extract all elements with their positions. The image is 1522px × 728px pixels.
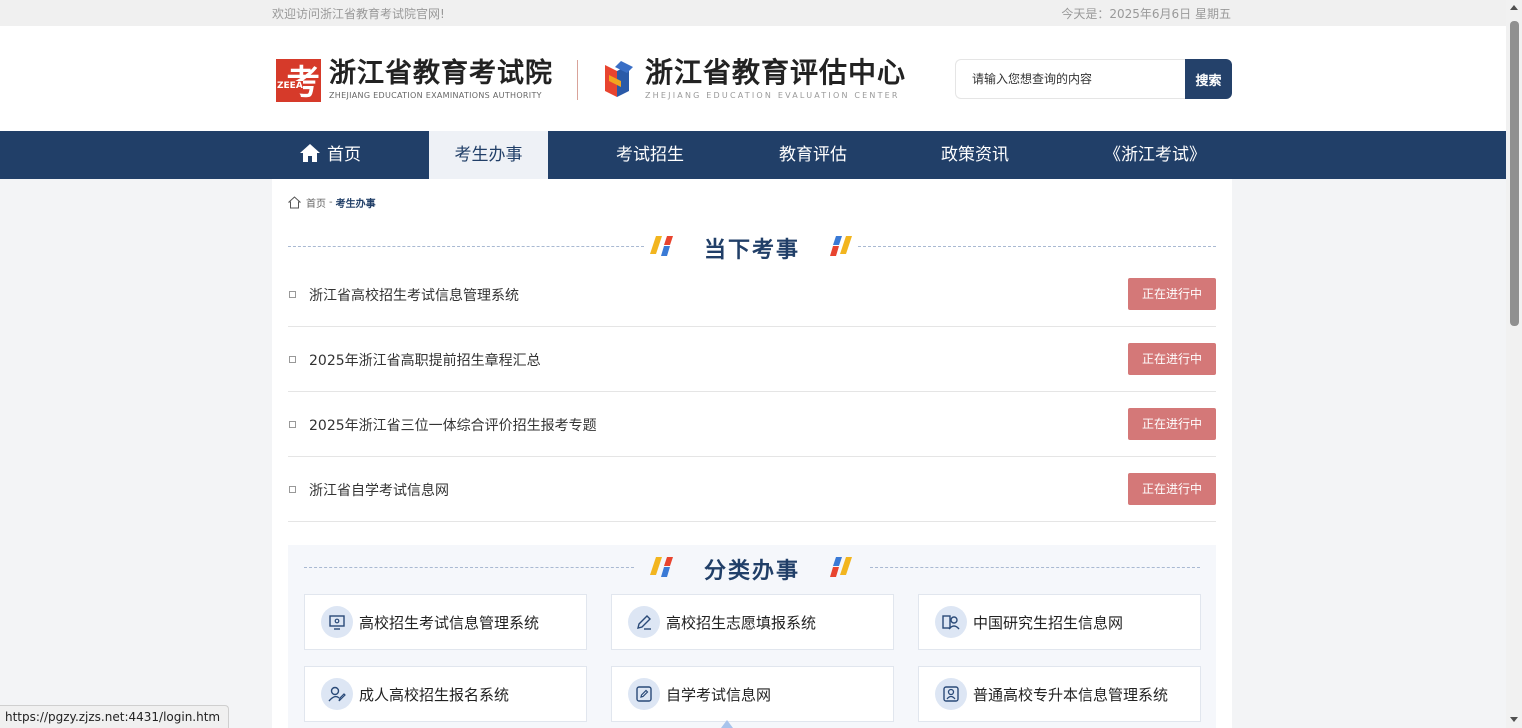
decorative-slash-icon xyxy=(650,557,673,577)
title-line-left xyxy=(288,246,644,247)
title-line-right xyxy=(858,246,1216,247)
category-services-panel: 分类办事 高校招生考试信息管理系统 高校招生志愿填报系统 中国研究生招生信息网 … xyxy=(288,545,1216,728)
title-line-left xyxy=(304,567,634,568)
main-nav: 首页 考生办事 考试招生 教育评估 政策资讯 《浙江考试》 xyxy=(0,131,1506,179)
list-item-title[interactable]: 2025年浙江省三位一体综合评价招生报考专题 xyxy=(309,415,597,435)
category-card-graduate-info[interactable]: 中国研究生招生信息网 xyxy=(918,594,1201,650)
category-card-self-study-exam[interactable]: 自学考试信息网 xyxy=(611,666,894,722)
status-badge: 正在进行中 xyxy=(1128,278,1216,310)
evaluation-center-name-en: ZHEJIANG EDUCATION EVALUATION CENTER xyxy=(645,91,900,100)
home-icon xyxy=(300,144,320,162)
logo-divider xyxy=(577,60,578,100)
search-input[interactable] xyxy=(955,59,1185,99)
evaluation-center-name: 浙江省教育评估中心 xyxy=(645,56,907,89)
nav-candidate-services[interactable]: 考生办事 xyxy=(429,131,548,179)
exam-authority-name: 浙江省教育考试院 xyxy=(329,58,553,89)
status-badge: 正在进行中 xyxy=(1128,408,1216,440)
current-affairs-title: 当下考事 xyxy=(703,237,801,263)
category-label: 高校招生考试信息管理系统 xyxy=(359,613,540,632)
exam-authority-logo[interactable]: 考 ZEEA 浙江省教育考试院 ZHEJIANG EDUCATION EXAMI… xyxy=(276,59,553,102)
nav-education-evaluation[interactable]: 教育评估 xyxy=(763,131,863,179)
home-outline-icon xyxy=(288,196,301,209)
category-card-volunteer-system[interactable]: 高校招生志愿填报系统 xyxy=(611,594,894,650)
category-label: 中国研究生招生信息网 xyxy=(973,613,1124,632)
nav-home[interactable]: 首页 xyxy=(280,131,380,179)
list-item[interactable]: 2025年浙江省三位一体综合评价招生报考专题 正在进行中 xyxy=(288,392,1216,457)
category-title: 分类办事 xyxy=(703,558,801,584)
list-item-title[interactable]: 浙江省自学考试信息网 xyxy=(309,480,449,500)
category-label: 自学考试信息网 xyxy=(666,685,772,704)
link-status-bar: https://pgzy.zjzs.net:4431/login.htm xyxy=(0,705,230,728)
square-bullet-icon xyxy=(289,356,296,363)
square-bullet-icon xyxy=(289,291,296,298)
category-card-upgrade-system[interactable]: 普通高校专升本信息管理系统 xyxy=(918,666,1201,722)
evaluation-center-logo[interactable]: 浙江省教育评估中心 ZHEJIANG EDUCATION EVALUATION … xyxy=(603,57,906,101)
search-bar: 搜索 xyxy=(955,59,1232,99)
exam-authority-emblem: 考 ZEEA xyxy=(276,59,321,102)
scroll-up-icon[interactable] xyxy=(1510,5,1518,10)
nav-exam-enrollment[interactable]: 考试招生 xyxy=(600,131,700,179)
welcome-text: 欢迎访问浙江省教育考试院官网! xyxy=(272,7,445,21)
site-header: 考 ZEEA 浙江省教育考试院 ZHEJIANG EDUCATION EXAMI… xyxy=(0,26,1506,131)
monitor-icon xyxy=(321,606,353,638)
evaluation-center-emblem xyxy=(603,57,637,101)
edit-square-icon xyxy=(628,678,660,710)
exam-authority-name-en: ZHEJIANG EDUCATION EXAMINATIONS AUTHORIT… xyxy=(329,91,542,100)
breadcrumb-home[interactable]: 首页 xyxy=(306,195,326,210)
category-label: 高校招生志愿填报系统 xyxy=(666,613,817,632)
page-scrollbar[interactable] xyxy=(1506,0,1522,728)
status-badge: 正在进行中 xyxy=(1128,343,1216,375)
scroll-down-icon[interactable] xyxy=(1510,717,1518,722)
status-badge: 正在进行中 xyxy=(1128,473,1216,505)
user-card-icon xyxy=(935,678,967,710)
category-card-exam-info-system[interactable]: 高校招生考试信息管理系统 xyxy=(304,594,587,650)
list-item[interactable]: 浙江省自学考试信息网 正在进行中 xyxy=(288,457,1216,522)
category-label: 成人高校招生报名系统 xyxy=(359,685,510,704)
main-content: 首页 - 考生办事 当下考事 浙江省高校招生考试信息管理系统 正在进行中 202… xyxy=(272,179,1232,728)
list-item[interactable]: 2025年浙江省高职提前招生章程汇总 正在进行中 xyxy=(288,327,1216,392)
decorative-slash-icon xyxy=(830,557,852,577)
category-label: 普通高校专升本信息管理系统 xyxy=(973,685,1169,704)
list-item-title[interactable]: 2025年浙江省高职提前招生章程汇总 xyxy=(309,350,541,370)
category-header: 分类办事 xyxy=(304,549,1200,585)
decorative-slash-icon xyxy=(830,236,852,256)
decorative-slash-icon xyxy=(650,236,673,256)
square-bullet-icon xyxy=(289,421,296,428)
breadcrumb-current: 考生办事 xyxy=(335,199,376,210)
pencil-icon xyxy=(628,606,660,638)
category-card-adult-enrollment[interactable]: 成人高校招生报名系统 xyxy=(304,666,587,722)
list-item[interactable]: 浙江省高校招生考试信息管理系统 正在进行中 xyxy=(288,278,1216,327)
breadcrumb-separator: - xyxy=(329,197,333,208)
user-edit-icon xyxy=(321,678,353,710)
nav-policy-news[interactable]: 政策资讯 xyxy=(925,131,1025,179)
current-affairs-list: 浙江省高校招生考试信息管理系统 正在进行中 2025年浙江省高职提前招生章程汇总… xyxy=(288,278,1216,522)
date-text: 今天是：2025年6月6日 星期五 xyxy=(1061,7,1231,21)
title-line-right xyxy=(870,567,1200,568)
current-affairs-header: 当下考事 xyxy=(288,228,1216,264)
nav-home-label: 首页 xyxy=(327,145,361,165)
hover-pointer-indicator xyxy=(721,720,733,728)
nav-zhejiang-exam-magazine[interactable]: 《浙江考试》 xyxy=(1095,131,1215,179)
scrollbar-thumb[interactable] xyxy=(1510,21,1519,326)
top-bar: 欢迎访问浙江省教育考试院官网! 今天是：2025年6月6日 星期五 xyxy=(0,0,1506,26)
square-bullet-icon xyxy=(289,486,296,493)
graduate-icon xyxy=(935,606,967,638)
breadcrumb: 首页 - 考生办事 xyxy=(288,195,376,210)
list-item-title[interactable]: 浙江省高校招生考试信息管理系统 xyxy=(309,285,519,305)
search-button[interactable]: 搜索 xyxy=(1185,59,1232,99)
